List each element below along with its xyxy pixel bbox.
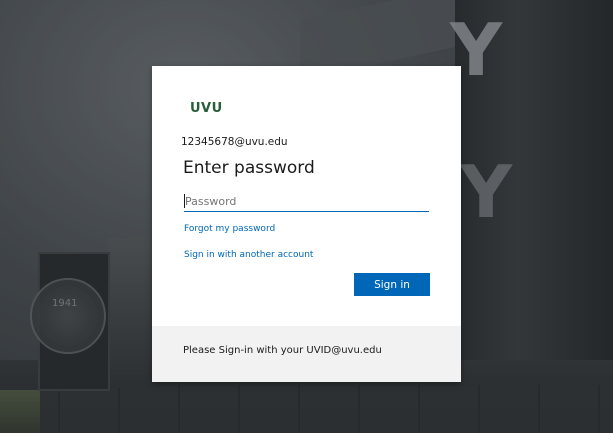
sign-in-footer: Please Sign-in with your UVID@uvu.edu xyxy=(152,326,461,382)
sign-in-card-body: UVU 12345678@uvu.edu Enter password Forg… xyxy=(152,66,461,326)
text-caret xyxy=(184,194,185,208)
sign-in-card: UVU 12345678@uvu.edu Enter password Forg… xyxy=(152,66,461,382)
uvu-logo: UVU xyxy=(190,101,223,116)
login-page: Y Y 1941 UVU 12345678@uvu.edu Enter pass… xyxy=(0,0,613,433)
password-input[interactable] xyxy=(184,191,429,212)
footer-message: Please Sign-in with your UVID@uvu.edu xyxy=(183,345,382,356)
account-identity: 12345678@uvu.edu xyxy=(181,136,288,148)
forgot-password-link[interactable]: Forgot my password xyxy=(184,224,275,234)
sign-in-another-account-link[interactable]: Sign in with another account xyxy=(184,250,313,260)
sign-in-button[interactable]: Sign in xyxy=(354,273,430,296)
page-title: Enter password xyxy=(183,158,315,178)
